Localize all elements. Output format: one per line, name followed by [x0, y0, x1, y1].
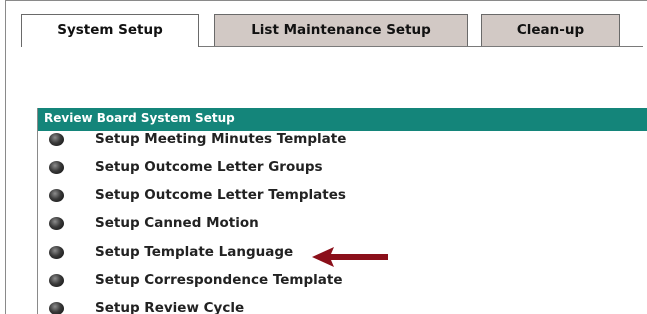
bullet-icon [49, 217, 64, 230]
setup-outcome-letter-templates-link[interactable]: Setup Outcome Letter Templates [95, 187, 346, 203]
tab-system-setup[interactable]: System Setup [21, 14, 199, 47]
setup-template-language-link[interactable]: Setup Template Language [95, 244, 293, 260]
list-item[interactable]: Setup Review Cycle [38, 296, 647, 314]
section-header: Review Board System Setup [38, 108, 647, 131]
bullet-icon [49, 133, 64, 146]
tab-notch [203, 46, 209, 47]
review-board-system-setup-panel: Review Board System Setup Setup Meeting … [37, 108, 647, 314]
tab-bar: System Setup List Maintenance Setup Clea… [21, 14, 643, 47]
list-item[interactable]: Setup Meeting Minutes Template [38, 127, 647, 155]
list-item[interactable]: Setup Outcome Letter Groups [38, 155, 647, 183]
list-item[interactable]: Setup Canned Motion [38, 211, 647, 239]
setup-correspondence-template-link[interactable]: Setup Correspondence Template [95, 272, 342, 288]
bullet-icon [49, 302, 64, 314]
setup-canned-motion-link[interactable]: Setup Canned Motion [95, 215, 259, 231]
bullet-icon [49, 274, 64, 287]
setup-outcome-letter-groups-link[interactable]: Setup Outcome Letter Groups [95, 159, 323, 175]
setup-meeting-minutes-template-link[interactable]: Setup Meeting Minutes Template [95, 131, 346, 147]
tab-clean-up[interactable]: Clean-up [481, 14, 620, 46]
bullet-icon [49, 161, 64, 174]
tab-notch [470, 46, 476, 47]
bullet-icon [49, 246, 64, 259]
setup-review-cycle-link[interactable]: Setup Review Cycle [95, 300, 244, 314]
list-item[interactable]: Setup Correspondence Template [38, 268, 647, 296]
left-arrow-icon [312, 247, 388, 267]
list-item[interactable]: Setup Outcome Letter Templates [38, 183, 647, 211]
tab-list-maintenance-setup[interactable]: List Maintenance Setup [214, 14, 468, 46]
bullet-icon [49, 189, 64, 202]
